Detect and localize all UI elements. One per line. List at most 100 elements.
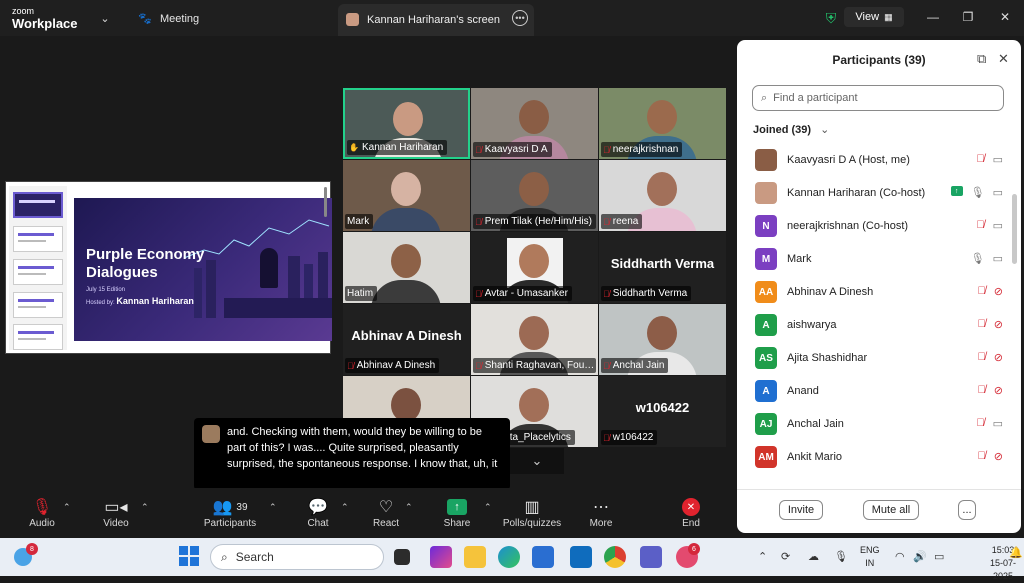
slide-thumb-5[interactable]	[13, 324, 63, 350]
close-icon[interactable]: ✕	[993, 6, 1017, 28]
more-button[interactable]: ⋯ More	[569, 496, 633, 529]
chat-caret-icon[interactable]: ⌃	[341, 502, 349, 513]
joined-section-header[interactable]: Joined (39) ⌄	[753, 123, 829, 136]
mic-muted-icon[interactable]: 🎙̸	[978, 285, 986, 298]
volume-icon[interactable]: 🔊	[913, 550, 927, 563]
mic-icon[interactable]: 🎙	[971, 186, 985, 199]
task-view-icon[interactable]	[394, 549, 410, 565]
polls-button[interactable]: ▥ Polls/quizzes	[500, 496, 564, 529]
video-tile[interactable]: 🎙̸ Shanti Raghavan, Fou…	[471, 304, 598, 375]
camera-icon[interactable]: ▭	[993, 153, 1003, 166]
language-indicator[interactable]: ENG IN	[860, 544, 880, 570]
close-panel-icon[interactable]: ✕	[998, 51, 1009, 67]
video-tile[interactable]: 🎙̸ neerajkrishnan	[599, 88, 726, 159]
tile-name: w106422	[612, 432, 654, 443]
invite-button[interactable]: Invite	[779, 500, 823, 520]
share-scrollbar[interactable]	[324, 187, 327, 217]
minimize-icon[interactable]: —	[921, 6, 945, 28]
restore-icon[interactable]: ❐	[956, 6, 980, 28]
camera-icon[interactable]: ▭	[993, 417, 1003, 430]
battery-icon[interactable]: ▭	[934, 550, 944, 563]
camera-icon[interactable]: ▭	[993, 219, 1003, 232]
video-tile[interactable]: Abhinav A Dinesh 🎙̸ Abhinav A Dinesh	[343, 304, 470, 375]
camera-off-icon[interactable]: ⊘	[994, 351, 1003, 364]
participant-row[interactable]: Aaishwarya 🎙̸ ⊘	[737, 309, 1013, 342]
mic-icon[interactable]: 🎙	[971, 252, 985, 265]
camera-icon[interactable]: ▭	[993, 252, 1003, 265]
camera-off-icon[interactable]: ⊘	[994, 318, 1003, 331]
chrome-icon[interactable]	[604, 546, 626, 568]
mic-muted-icon[interactable]: 🎙̸	[978, 384, 986, 397]
slide-thumb-3[interactable]	[13, 259, 63, 285]
more-options-icon[interactable]: •••	[512, 10, 528, 26]
video-button[interactable]: ▭◂ Video	[84, 496, 148, 529]
slide-thumb-1[interactable]	[13, 192, 63, 218]
cloud-icon[interactable]: ☁	[808, 550, 819, 563]
m365-icon[interactable]	[430, 546, 452, 568]
video-tile[interactable]: Mark	[343, 160, 470, 231]
shield-check-icon[interactable]: ⛨	[822, 9, 840, 27]
mute-all-button[interactable]: Mute all	[863, 500, 919, 520]
camera-icon[interactable]: ▭	[993, 186, 1003, 199]
participants-caret-icon[interactable]: ⌃	[269, 502, 277, 513]
slide-thumb-2[interactable]	[13, 226, 63, 252]
react-caret-icon[interactable]: ⌃	[405, 502, 413, 513]
video-tile[interactable]: w106422 🎙̸ w106422	[599, 376, 726, 447]
tray-chevron-icon[interactable]: ⌃	[758, 550, 767, 563]
video-caret-icon[interactable]: ⌃	[141, 502, 149, 513]
chevron-down-icon[interactable]: ⌄	[510, 448, 564, 474]
participant-row[interactable]: Kaavyasri D A (Host, me) 🎙̸ ▭	[737, 144, 1013, 177]
participant-row[interactable]: AS Ajita Shashidhar 🎙̸ ⊘	[737, 342, 1013, 375]
share-caret-icon[interactable]: ⌃	[484, 502, 492, 513]
store-icon[interactable]	[532, 546, 554, 568]
participant-row[interactable]: AJ Anchal Jain 🎙̸ ▭	[737, 408, 1013, 441]
teams-icon[interactable]	[640, 546, 662, 568]
audio-caret-icon[interactable]: ⌃	[63, 502, 71, 513]
panel-scrollbar[interactable]	[1012, 194, 1017, 264]
edge-icon[interactable]	[498, 546, 520, 568]
video-tile[interactable]: ✋ Kannan Hariharan	[343, 88, 470, 159]
participant-row[interactable]: M Mark 🎙 ▭	[737, 243, 1013, 276]
taskbar-search[interactable]: ⌕ Search	[210, 544, 384, 570]
share-button[interactable]: ↑ Share	[425, 496, 489, 529]
notification-bell-icon[interactable]: 🔔	[1009, 546, 1023, 559]
participants-button[interactable]: 👥 39 Participants	[198, 496, 262, 529]
mic-muted-icon[interactable]: 🎙̸	[978, 450, 986, 463]
mic-muted-icon[interactable]: 🎙̸	[976, 153, 984, 166]
video-tile[interactable]: 🎙̸ Prem Tilak (He/Him/His)	[471, 160, 598, 231]
mic-muted-icon[interactable]: 🎙̸	[978, 351, 986, 364]
camera-off-icon[interactable]: ⊘	[994, 450, 1003, 463]
video-tile[interactable]: 🎙̸ Avtar - Umasanker	[471, 232, 598, 303]
outlook-icon[interactable]	[570, 546, 592, 568]
video-tile[interactable]: Siddharth Verma 🎙̸ Siddharth Verma	[599, 232, 726, 303]
file-explorer-icon[interactable]	[464, 546, 486, 568]
video-tile[interactable]: 🎙̸ Anchal Jain	[599, 304, 726, 375]
camera-off-icon[interactable]: ⊘	[994, 285, 1003, 298]
meeting-label[interactable]: Meeting	[160, 13, 199, 25]
participant-row[interactable]: A Anand 🎙̸ ⊘	[737, 375, 1013, 408]
panel-more-button[interactable]: ...	[958, 500, 976, 520]
end-button[interactable]: ✕ End	[659, 496, 723, 529]
wifi-icon[interactable]: ◠	[895, 550, 905, 563]
video-tile[interactable]: Hatim	[343, 232, 470, 303]
participant-row[interactable]: AA Abhinav A Dinesh 🎙̸ ⊘	[737, 276, 1013, 309]
windows-start-icon[interactable]	[179, 546, 201, 568]
view-button[interactable]: View ▦	[844, 7, 904, 27]
video-tile[interactable]: 🎙̸ reena	[599, 160, 726, 231]
sync-icon[interactable]: ⟳	[781, 550, 790, 563]
shared-screen[interactable]: Purple Economy Dialogues July 15 Edition…	[5, 181, 332, 354]
mic-muted-icon[interactable]: 🎙̸	[978, 318, 986, 331]
mic-muted-icon[interactable]: 🎙̸	[976, 417, 984, 430]
participant-row[interactable]: AM Ankit Mario 🎙̸ ⊘	[737, 441, 1013, 474]
chevron-down-icon[interactable]: ⌄	[96, 9, 114, 27]
mic-tray-icon[interactable]: 🎙	[834, 550, 848, 563]
participant-row[interactable]: Nneerajkrishnan (Co-host) 🎙̸ ▭	[737, 210, 1013, 243]
slide-thumb-4[interactable]	[13, 292, 63, 318]
participant-search-input[interactable]: ⌕ Find a participant	[752, 85, 1004, 111]
screen-share-tab[interactable]: Kannan Hariharan's screen •••	[338, 4, 534, 36]
popout-icon[interactable]: ⧉	[977, 51, 986, 67]
camera-off-icon[interactable]: ⊘	[994, 384, 1003, 397]
participant-row[interactable]: Kannan Hariharan (Co-host) ↑ 🎙 ▭	[737, 177, 1013, 210]
video-tile[interactable]: 🎙̸ Kaavyasri D A	[471, 88, 598, 159]
mic-muted-icon[interactable]: 🎙̸	[976, 219, 984, 232]
